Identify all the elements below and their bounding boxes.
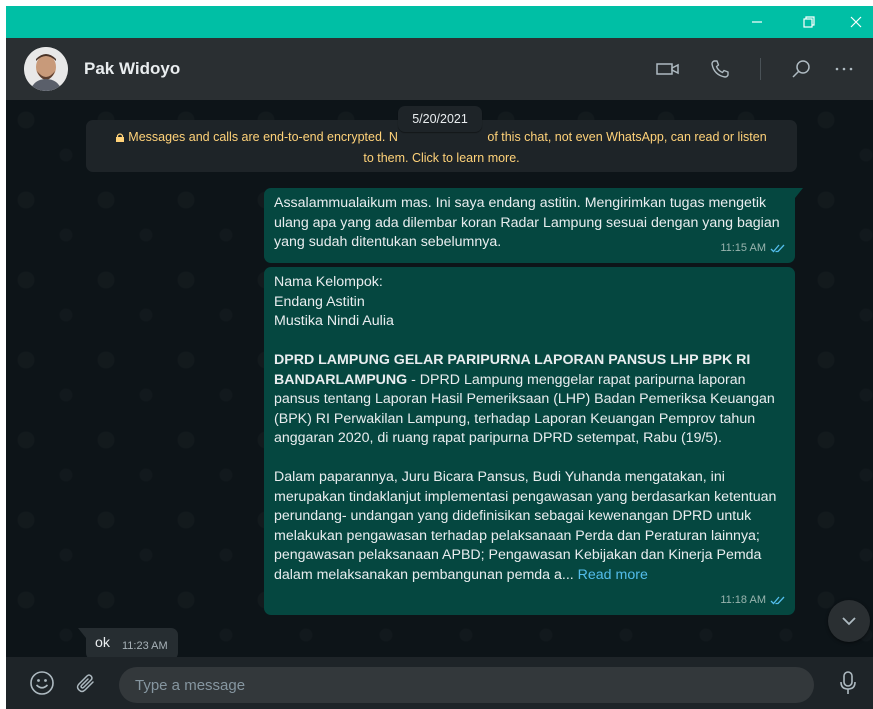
- restore-button[interactable]: [786, 6, 832, 38]
- microphone-icon: [840, 671, 856, 694]
- message-meta: 11:18 AM: [720, 591, 785, 611]
- double-check-icon: [770, 244, 785, 253]
- emoji-icon: [30, 671, 54, 695]
- lock-icon: [116, 133, 125, 142]
- message-bubble-incoming[interactable]: ok 11:23 AM: [78, 628, 178, 657]
- minimize-icon: [752, 21, 762, 23]
- message-line: Mustika Nindi Aulia: [274, 313, 394, 329]
- read-more-link[interactable]: Read more: [578, 567, 648, 583]
- more-icon: [835, 67, 853, 71]
- chat-area[interactable]: Messages and calls are end-to-end encryp…: [6, 100, 873, 657]
- message-text: ok: [95, 635, 110, 651]
- message-paragraph: DPRD LAMPUNG GELAR PARIPURNA LAPORAN PAN…: [274, 351, 785, 449]
- message-bubble-outgoing[interactable]: Nama Kelompok: Endang Astitin Mustika Ni…: [264, 267, 795, 615]
- message-paragraph: Dalam paparannya, Juru Bicara Pansus, Bu…: [274, 468, 785, 585]
- message-line: Endang Astitin: [274, 293, 365, 310]
- message-meta: 11:15 AM: [720, 239, 785, 259]
- composer-bar: [6, 657, 873, 709]
- attach-icon: [76, 674, 94, 693]
- chat-header: Pak Widoyo: [6, 38, 873, 100]
- avatar[interactable]: [24, 47, 68, 91]
- message-input[interactable]: [119, 667, 814, 703]
- encryption-text-1b: of this chat, not even WhatsApp, can rea…: [483, 130, 767, 144]
- encryption-text-2: to them. Click to learn more.: [363, 151, 520, 165]
- message-time: 11:15 AM: [720, 241, 766, 254]
- more-options-button[interactable]: [830, 55, 858, 83]
- restore-icon: [803, 16, 815, 28]
- search-button[interactable]: [787, 55, 815, 83]
- video-call-button[interactable]: [654, 55, 682, 83]
- search-icon: [792, 60, 810, 78]
- date-separator: 5/20/2021: [398, 106, 482, 132]
- whatsapp-window: Pak Widoyo Messages and calls are end-to…: [6, 6, 873, 709]
- encryption-text-1: Messages and calls are end-to-end encryp…: [128, 130, 398, 144]
- double-check-icon: [770, 596, 785, 605]
- message-time: 11:18 AM: [720, 593, 766, 606]
- message-text: Assalammualaikum mas. Ini saya endang as…: [274, 195, 780, 250]
- scroll-down-button[interactable]: [828, 600, 870, 642]
- voice-call-button[interactable]: [706, 55, 734, 83]
- header-divider: [760, 58, 761, 80]
- title-bar: [6, 6, 873, 38]
- message-time: 11:23 AM: [122, 640, 168, 652]
- voice-call-icon: [711, 60, 729, 78]
- article-paragraph-2: Dalam paparannya, Juru Bicara Pansus, Bu…: [274, 469, 777, 583]
- emoji-button[interactable]: [28, 669, 56, 697]
- contact-name[interactable]: Pak Widoyo: [84, 59, 180, 79]
- attach-button[interactable]: [72, 669, 100, 697]
- message-bubble-outgoing[interactable]: Assalammualaikum mas. Ini saya endang as…: [264, 188, 803, 263]
- avatar-picture: [24, 47, 68, 91]
- close-icon: [850, 16, 862, 28]
- chevron-down-icon: [842, 617, 856, 626]
- minimize-button[interactable]: [734, 6, 780, 38]
- video-call-icon: [656, 63, 679, 75]
- message-line: Nama Kelompok:: [274, 274, 383, 290]
- close-button[interactable]: [833, 6, 873, 38]
- microphone-button[interactable]: [834, 669, 862, 697]
